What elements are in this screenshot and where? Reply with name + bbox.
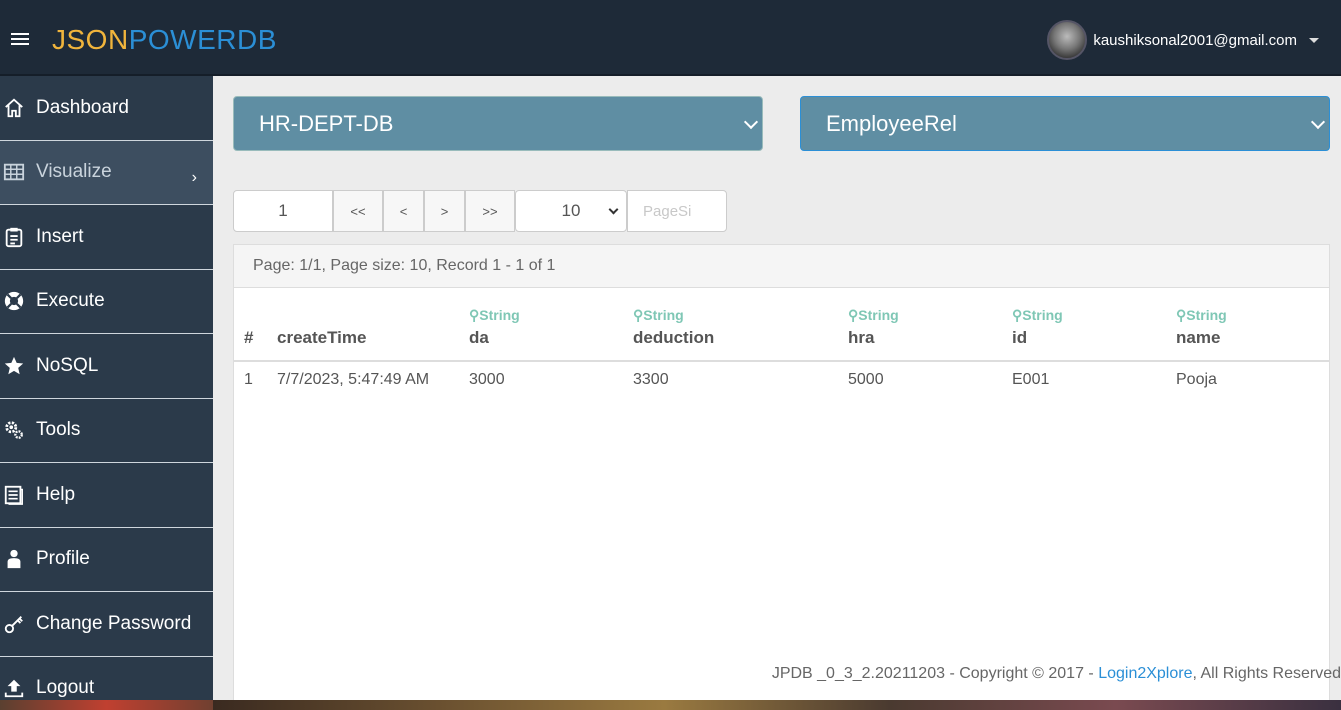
- column-header[interactable]: #: [234, 291, 267, 362]
- sidebar-item-nosql[interactable]: NoSQL: [0, 334, 213, 399]
- relation-select[interactable]: EmployeeRel: [800, 96, 1330, 151]
- user-menu[interactable]: kaushiksonal2001@gmail.com: [1047, 20, 1319, 60]
- sidebar-item-label: Tools: [36, 419, 81, 441]
- sidebar-item-label: Logout: [36, 677, 95, 699]
- sidebar-item-label: Change Password: [36, 612, 192, 634]
- table-cell: 3000: [469, 371, 505, 388]
- book-icon: [2, 483, 26, 507]
- sidebar-item-label: NoSQL: [36, 354, 99, 376]
- next-page-button[interactable]: >: [424, 190, 465, 232]
- first-page-button[interactable]: <<: [333, 190, 383, 232]
- type-label: ⚲String: [848, 307, 899, 323]
- star-icon: [2, 354, 26, 378]
- tag-icon: ⚲: [469, 307, 480, 323]
- clipboard-icon: [2, 225, 26, 249]
- sidebar-item-label: Help: [36, 483, 76, 505]
- sidebar-item-help[interactable]: Help: [0, 463, 213, 528]
- cogs-icon: [2, 418, 26, 442]
- sidebar-item-label: Dashboard: [36, 96, 129, 118]
- desktop-background-strip: [213, 700, 1341, 710]
- sidebar-item-label: Profile: [36, 548, 90, 570]
- footer: JPDB _0_3_2.20211203 - Copyright © 2017 …: [772, 665, 1341, 683]
- page-number-input[interactable]: 1: [233, 190, 333, 232]
- table-cell: 1: [244, 371, 253, 388]
- sidebar-item-profile[interactable]: Profile: [0, 528, 213, 592]
- desktop-background-strip: [0, 700, 213, 710]
- type-label: ⚲String: [1176, 307, 1227, 323]
- type-label: ⚲String: [1012, 307, 1063, 323]
- column-header[interactable]: ⚲String name: [1166, 291, 1329, 362]
- relation-select-value: EmployeeRel: [826, 110, 957, 136]
- tag-icon: ⚲: [633, 307, 644, 323]
- table-cell: 7/7/2023, 5:47:49 AM: [277, 371, 430, 388]
- database-select-value: HR-DEPT-DB: [259, 110, 394, 136]
- sidebar-item-change-password[interactable]: Change Password: [0, 592, 213, 657]
- prev-page-button[interactable]: <: [383, 190, 424, 232]
- column-header[interactable]: ⚲String da: [459, 291, 623, 362]
- table-cell: 5000: [848, 371, 884, 388]
- upload-icon: [2, 676, 26, 700]
- tag-icon: ⚲: [1012, 307, 1023, 323]
- page-size-value: 10: [561, 201, 581, 220]
- type-label: ⚲String: [469, 307, 520, 323]
- table-row[interactable]: 1 7/7/2023, 5:47:49 AM 3000 3300 5000 E0…: [234, 361, 1329, 401]
- table-header-row: # createTime ⚲String da ⚲String deduction …: [234, 291, 1329, 362]
- page-summary: Page: 1/1, Page size: 10, Record 1 - 1 o…: [234, 245, 1329, 288]
- sidebar-item-tools[interactable]: Tools: [0, 399, 213, 463]
- key-icon: [2, 612, 26, 636]
- type-label: ⚲String: [633, 307, 684, 323]
- caret-down-icon: [1309, 37, 1319, 43]
- records-panel: Page: 1/1, Page size: 10, Record 1 - 1 o…: [233, 244, 1330, 710]
- table-icon: [2, 160, 26, 184]
- sidebar-item-execute[interactable]: Execute: [0, 270, 213, 334]
- app-logo[interactable]: JSONPOWERDB: [52, 24, 277, 56]
- sidebar-item-insert[interactable]: Insert: [0, 205, 213, 270]
- tag-icon: ⚲: [1176, 307, 1187, 323]
- database-select[interactable]: HR-DEPT-DB: [233, 96, 763, 151]
- sidebar-item-dashboard[interactable]: Dashboard: [0, 76, 213, 141]
- hamburger-menu-icon[interactable]: [11, 33, 29, 47]
- avatar: [1047, 20, 1088, 60]
- table-cell: E001: [1012, 371, 1050, 388]
- table-cell: 3300: [633, 371, 669, 388]
- page-size-input[interactable]: PageSi: [627, 190, 727, 232]
- sidebar: Dashboard Visualize › Insert Execute NoS…: [0, 76, 213, 710]
- footer-suffix: , All Rights Reserved: [1192, 665, 1341, 682]
- chevron-right-icon: ›: [191, 168, 197, 186]
- sidebar-item-label: Execute: [36, 290, 105, 312]
- column-header[interactable]: createTime: [267, 291, 459, 362]
- sidebar-item-visualize[interactable]: Visualize ›: [0, 140, 213, 205]
- sidebar-item-label: Visualize: [36, 161, 112, 183]
- home-icon: [2, 96, 26, 120]
- last-page-button[interactable]: >>: [465, 190, 515, 232]
- chevron-down-icon: [743, 114, 759, 130]
- user-icon: [2, 547, 26, 571]
- life-ring-icon: [2, 289, 26, 313]
- column-header[interactable]: ⚲String hra: [838, 291, 1002, 362]
- column-header[interactable]: ⚲String id: [1002, 291, 1166, 362]
- user-email: kaushiksonal2001@gmail.com: [1093, 31, 1297, 49]
- column-header[interactable]: ⚲String deduction: [623, 291, 838, 362]
- sidebar-item-label: Insert: [36, 225, 84, 247]
- page-size-select[interactable]: 10: [515, 190, 627, 232]
- table-cell: Pooja: [1176, 371, 1217, 388]
- chevron-down-icon: [1310, 114, 1326, 130]
- tag-icon: ⚲: [848, 307, 859, 323]
- footer-text: JPDB _0_3_2.20211203 - Copyright © 2017 …: [771, 665, 1099, 682]
- records-table: # createTime ⚲String da ⚲String deduction …: [234, 291, 1329, 401]
- login2xplore-link[interactable]: Login2Xplore: [1098, 665, 1192, 682]
- top-navbar: JSONPOWERDB kaushiksonal2001@gmail.com: [0, 0, 1341, 76]
- chevron-down-icon: [608, 204, 619, 215]
- pagination-bar: 1 << < > >> 10 PageSi: [233, 190, 727, 232]
